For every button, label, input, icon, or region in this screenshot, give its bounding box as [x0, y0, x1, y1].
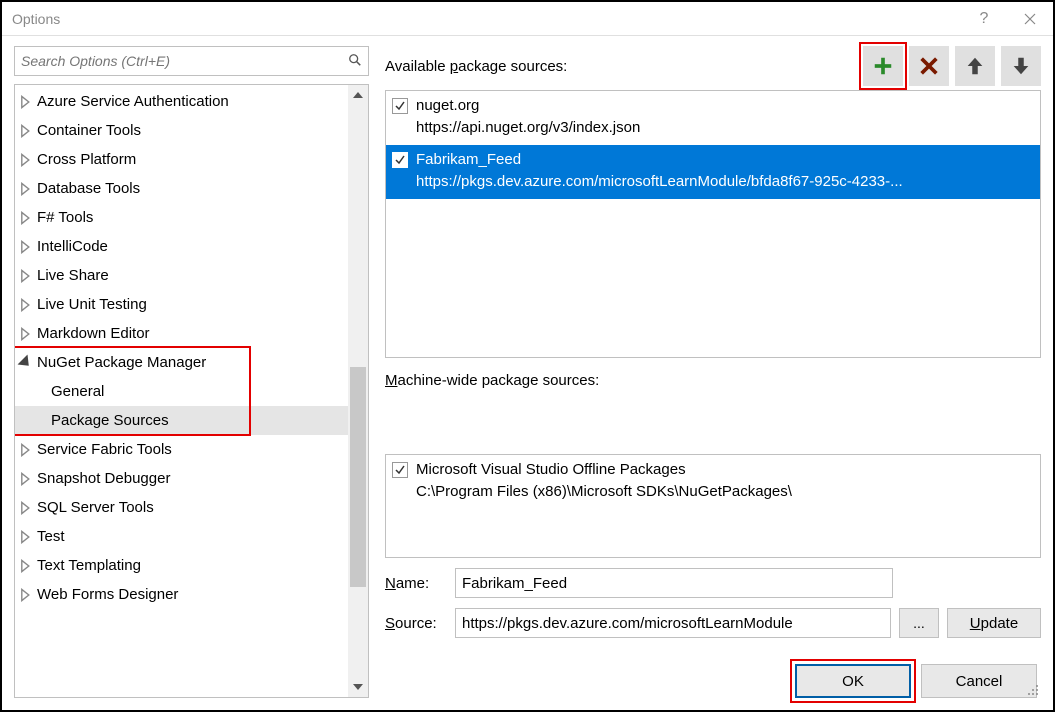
tree-item-live-unit-testing[interactable]: Live Unit Testing	[15, 290, 348, 319]
x-icon	[918, 55, 940, 77]
scrollbar-thumb[interactable]	[350, 367, 366, 587]
machine-label: Machine-wide package sources:	[385, 372, 1041, 446]
dialog-content: Azure Service Authentication Container T…	[2, 36, 1053, 710]
ok-button[interactable]: OK	[795, 664, 911, 698]
source-row-offline-packages[interactable]: Microsoft Visual Studio Offline Packages…	[386, 455, 1040, 509]
tree-item-fsharp-tools[interactable]: F# Tools	[15, 203, 348, 232]
source-checkbox[interactable]	[392, 152, 408, 168]
tree-item-intellicode[interactable]: IntelliCode	[15, 232, 348, 261]
arrow-down-icon	[1010, 55, 1032, 77]
scroll-down-icon[interactable]	[350, 679, 366, 695]
available-header: Available package sources:	[385, 46, 1041, 86]
add-source-button[interactable]	[863, 46, 903, 86]
source-url: C:\Program Files (x86)\Microsoft SDKs\Nu…	[416, 481, 1034, 503]
right-panel: Available package sources:	[385, 46, 1041, 698]
arrow-up-icon	[964, 55, 986, 77]
plus-icon	[872, 55, 894, 77]
tree-item-cross-platform[interactable]: Cross Platform	[15, 145, 348, 174]
available-sources-list[interactable]: nuget.org https://api.nuget.org/v3/index…	[385, 90, 1041, 358]
source-name: Microsoft Visual Studio Offline Packages	[416, 459, 1034, 481]
close-button[interactable]	[1007, 2, 1053, 36]
tree-scrollbar[interactable]	[348, 85, 368, 697]
name-input[interactable]	[455, 568, 893, 598]
tree-item-service-fabric-tools[interactable]: Service Fabric Tools	[15, 435, 348, 464]
tree-item-markdown-editor[interactable]: Markdown Editor	[15, 319, 348, 348]
cancel-button[interactable]: Cancel	[921, 664, 1037, 698]
tree-item-snapshot-debugger[interactable]: Snapshot Debugger	[15, 464, 348, 493]
resize-grip-icon[interactable]	[1025, 682, 1039, 696]
name-label: Name:	[385, 575, 447, 592]
options-dialog: Options ? Azure Service Authentication C…	[0, 0, 1055, 712]
dialog-buttons: OK Cancel	[385, 664, 1041, 698]
help-button[interactable]: ?	[961, 2, 1007, 36]
search-icon	[348, 53, 362, 70]
left-panel: Azure Service Authentication Container T…	[14, 46, 369, 698]
close-icon	[1024, 13, 1036, 25]
tree-item-test[interactable]: Test	[15, 522, 348, 551]
source-name: nuget.org	[416, 95, 1034, 117]
search-input[interactable]	[21, 53, 348, 69]
tree-item-container-tools[interactable]: Container Tools	[15, 116, 348, 145]
machine-sources-list[interactable]: Microsoft Visual Studio Offline Packages…	[385, 454, 1041, 558]
source-url: https://pkgs.dev.azure.com/microsoftLear…	[416, 171, 1034, 193]
source-row-fabrikam-feed[interactable]: Fabrikam_Feed https://pkgs.dev.azure.com…	[386, 145, 1040, 199]
source-checkbox[interactable]	[392, 98, 408, 114]
tree-item-general[interactable]: General	[15, 377, 348, 406]
source-checkbox[interactable]	[392, 462, 408, 478]
tree-item-web-forms-designer[interactable]: Web Forms Designer	[15, 580, 348, 609]
source-url: https://api.nuget.org/v3/index.json	[416, 117, 1034, 139]
tree-item-database-tools[interactable]: Database Tools	[15, 174, 348, 203]
source-row-nuget-org[interactable]: nuget.org https://api.nuget.org/v3/index…	[386, 91, 1040, 145]
source-label: Source:	[385, 615, 447, 632]
name-row: Name:	[385, 568, 1041, 598]
tree-item-package-sources[interactable]: Package Sources	[15, 406, 348, 435]
source-input[interactable]	[455, 608, 891, 638]
remove-source-button[interactable]	[909, 46, 949, 86]
tree-item-text-templating[interactable]: Text Templating	[15, 551, 348, 580]
move-up-button[interactable]	[955, 46, 995, 86]
tree-item-live-share[interactable]: Live Share	[15, 261, 348, 290]
available-label: Available package sources:	[385, 58, 863, 75]
tree-item-azure-service-authentication[interactable]: Azure Service Authentication	[15, 87, 348, 116]
update-button[interactable]: Update	[947, 608, 1041, 638]
scroll-up-icon[interactable]	[350, 87, 366, 103]
options-tree: Azure Service Authentication Container T…	[14, 84, 369, 698]
tree-item-sql-server-tools[interactable]: SQL Server Tools	[15, 493, 348, 522]
search-box[interactable]	[14, 46, 369, 76]
titlebar: Options ?	[2, 2, 1053, 36]
window-title: Options	[12, 11, 961, 27]
tree-item-nuget-package-manager[interactable]: NuGet Package Manager	[15, 348, 348, 377]
move-down-button[interactable]	[1001, 46, 1041, 86]
source-name: Fabrikam_Feed	[416, 149, 1034, 171]
source-row: Source: ... Update	[385, 608, 1041, 638]
browse-button[interactable]: ...	[899, 608, 939, 638]
